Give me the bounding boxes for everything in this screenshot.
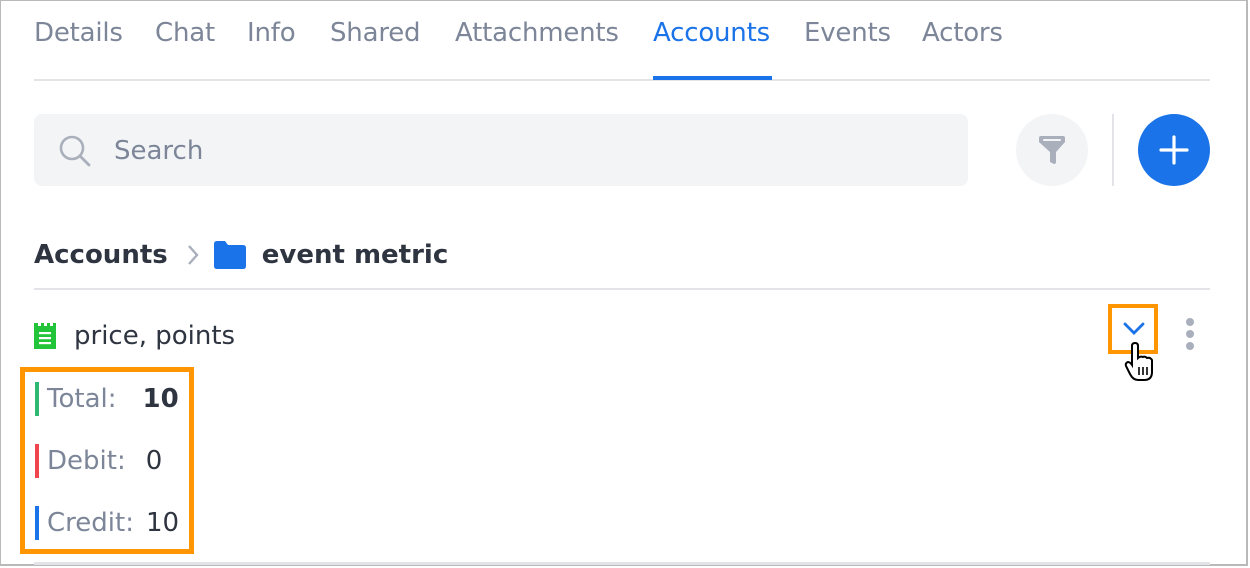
breadcrumb-divider (34, 288, 1210, 290)
filter-button[interactable] (1016, 114, 1088, 186)
plus-icon (1159, 135, 1189, 165)
active-tab-indicator (653, 76, 772, 80)
breadcrumb: Accounts event metric (34, 233, 448, 277)
tab-chat[interactable]: Chat (155, 18, 215, 48)
add-button[interactable] (1138, 114, 1210, 186)
more-options-button[interactable] (1180, 316, 1200, 356)
tab-events[interactable]: Events (804, 18, 891, 48)
chevron-down-icon (1123, 322, 1145, 335)
search-input[interactable] (112, 128, 936, 174)
tab-shared[interactable]: Shared (330, 18, 421, 48)
more-vertical-icon (1186, 318, 1194, 350)
debit-indicator (35, 444, 39, 478)
toolbar-divider (1112, 114, 1114, 186)
stat-total: Total: 10 (35, 380, 179, 418)
tab-attachments[interactable]: Attachments (455, 18, 619, 48)
receipt-icon (34, 323, 56, 349)
tab-details[interactable]: Details (34, 18, 123, 48)
account-name: price, points (74, 321, 236, 351)
stat-value: 0 (145, 446, 163, 476)
filter-icon (1039, 136, 1065, 164)
breadcrumb-root[interactable]: Accounts (34, 240, 168, 270)
tab-accounts[interactable]: Accounts (653, 18, 770, 48)
breadcrumb-current: event metric (261, 240, 449, 270)
account-stats: Total: 10 Debit: 0 Credit: 10 (20, 367, 194, 554)
chevron-right-icon (186, 243, 200, 267)
stat-credit: Credit: 10 (35, 504, 179, 542)
tab-info[interactable]: Info (247, 18, 296, 48)
account-item[interactable]: price, points (34, 316, 235, 356)
hand-cursor-icon (1124, 342, 1153, 381)
tab-bar: Details Chat Info Shared Attachments Acc… (34, 0, 1210, 81)
search-box (34, 114, 968, 186)
tab-actors[interactable]: Actors (922, 18, 1003, 48)
folder-icon (213, 241, 246, 269)
credit-indicator (35, 506, 39, 540)
stat-value: 10 (142, 384, 179, 414)
stat-label: Debit: (47, 446, 126, 476)
stat-value: 10 (145, 508, 180, 538)
total-indicator (35, 382, 39, 416)
stat-label: Total: (47, 384, 117, 414)
search-icon (59, 135, 91, 167)
stat-label: Credit: (47, 508, 134, 538)
list-divider (34, 562, 1210, 565)
stat-debit: Debit: 0 (35, 442, 162, 480)
